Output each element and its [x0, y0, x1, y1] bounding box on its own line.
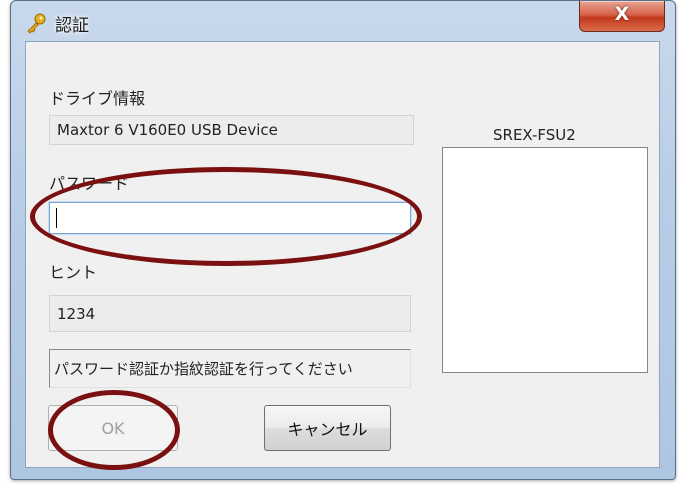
window-title: 認証 — [55, 16, 89, 36]
drive-info-label: ドライブ情報 — [49, 89, 146, 108]
auth-dialog: 認証 X ドライブ情報 Maxtor 6 V160E0 USB Device パ… — [10, 0, 676, 480]
device-panel — [442, 147, 648, 373]
drive-info-field: Maxtor 6 V160E0 USB Device — [49, 115, 414, 145]
device-panel-title: SREX-FSU2 — [493, 126, 576, 144]
key-icon — [27, 13, 46, 34]
dialog-content: ドライブ情報 Maxtor 6 V160E0 USB Device パスワード … — [25, 41, 660, 468]
password-input[interactable] — [49, 202, 411, 234]
hint-field: 1234 — [49, 295, 411, 332]
close-icon: X — [614, 3, 630, 25]
title-bar[interactable]: 認証 X — [11, 1, 675, 41]
status-message: パスワード認証か指紋認証を行ってください — [49, 349, 411, 388]
password-label: パスワード — [49, 174, 130, 193]
cancel-button[interactable]: キャンセル — [264, 405, 391, 451]
text-caret — [56, 208, 57, 228]
close-button[interactable]: X — [579, 1, 665, 32]
ok-button[interactable]: OK — [48, 405, 178, 451]
hint-label: ヒント — [49, 263, 98, 282]
